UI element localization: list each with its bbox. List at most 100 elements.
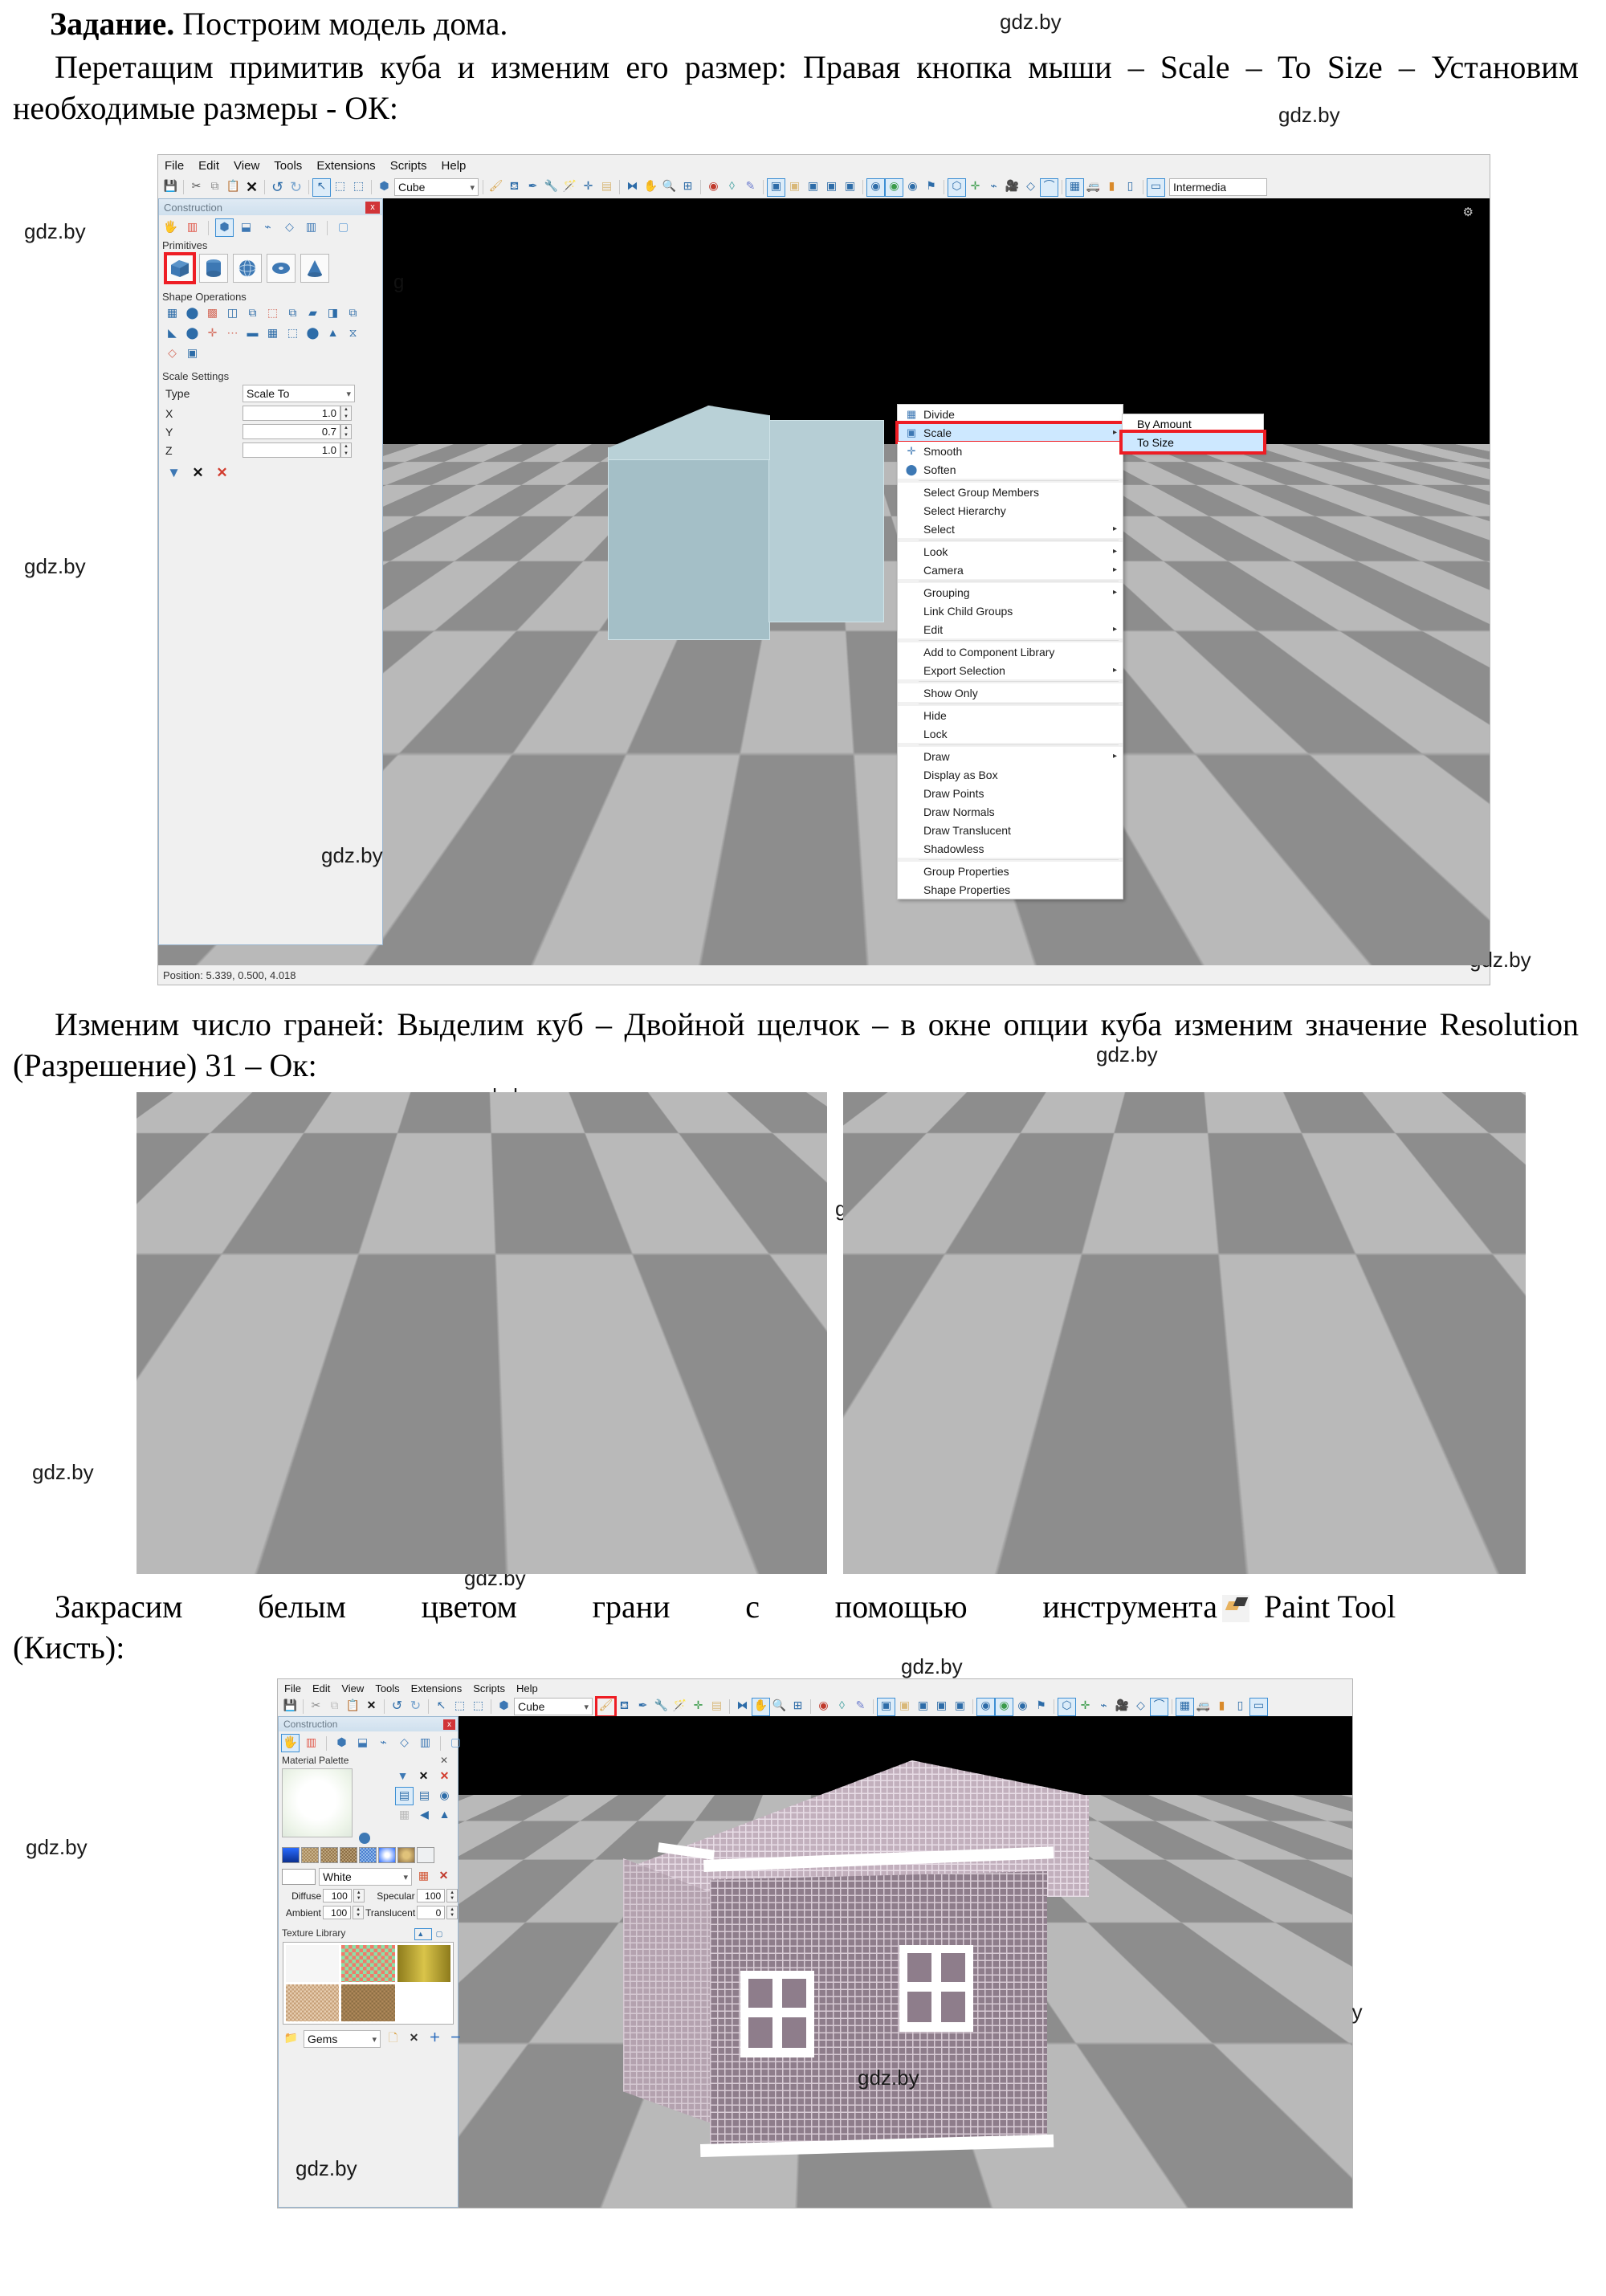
- redo-icon[interactable]: ↻: [407, 1699, 424, 1715]
- context-menu-item[interactable]: ▦ Divide: [898, 405, 1123, 423]
- context-menu-item[interactable]: Export Selection ▸: [898, 661, 1123, 679]
- translucent-stepper[interactable]: ▲ ▼: [446, 1906, 458, 1919]
- scale-y-input[interactable]: 0.7: [243, 424, 340, 439]
- menu-file[interactable]: File: [284, 1682, 301, 1694]
- cube-options-default-button[interactable]: Default: [649, 1310, 728, 1336]
- context-menu-item[interactable]: Draw Translucent: [898, 821, 1123, 839]
- magic-wand-icon[interactable]: 🪄: [561, 179, 578, 196]
- shapes-tab[interactable]: ⬢: [333, 1735, 350, 1752]
- cancel-red-icon[interactable]: ✕: [436, 1768, 453, 1785]
- shape-combo[interactable]: Cube ▾: [514, 1698, 593, 1715]
- resolution-input[interactable]: 31: [613, 1273, 650, 1292]
- shape-size-ok-button[interactable]: OK: [1324, 685, 1383, 703]
- diamond-op-icon[interactable]: ◇: [164, 345, 181, 362]
- select-lasso-icon[interactable]: ⬚: [350, 179, 367, 196]
- select-box-icon[interactable]: ⬚: [451, 1699, 468, 1715]
- swatch-blue[interactable]: [282, 1847, 300, 1863]
- eye-icon[interactable]: ◉: [815, 1699, 832, 1715]
- scale-z-input[interactable]: 1.0: [243, 442, 340, 458]
- ambient-stepper[interactable]: ▲ ▼: [353, 1906, 364, 1919]
- torus-primitive[interactable]: [267, 254, 296, 283]
- cancel-red-icon[interactable]: ✕: [214, 464, 230, 481]
- snap-axis-icon[interactable]: ✛: [1077, 1699, 1094, 1715]
- shapes-tab[interactable]: ⬢: [215, 218, 234, 237]
- extrude-tab[interactable]: ⬓: [354, 1735, 371, 1752]
- resolution-stepper[interactable]: ▲ ▼: [661, 1270, 681, 1295]
- material-preview[interactable]: [282, 1768, 353, 1837]
- fit-view-icon[interactable]: ⊞: [789, 1699, 806, 1715]
- globe-icon[interactable]: ◉: [904, 179, 921, 196]
- sc2-right-viewport[interactable]: [843, 1092, 1526, 1574]
- save-icon[interactable]: 💾: [162, 179, 179, 196]
- cube-options-ok-button[interactable]: OK: [482, 1310, 556, 1336]
- color-wheel-icon[interactable]: ◉: [885, 177, 903, 197]
- copy-icon[interactable]: ⧉: [326, 1699, 343, 1715]
- diffuse-input[interactable]: 100: [323, 1889, 352, 1902]
- render-wire-icon[interactable]: ▣: [877, 1697, 895, 1716]
- render-texture-icon[interactable]: ▣: [933, 1699, 950, 1715]
- swatch-page[interactable]: [417, 1847, 434, 1863]
- vehicle-icon[interactable]: 🚐: [1195, 1699, 1212, 1715]
- axis-icon[interactable]: ✛: [580, 179, 597, 196]
- context-menu-item[interactable]: Display as Box: [898, 765, 1123, 784]
- texture-camo[interactable]: [341, 1945, 395, 1982]
- scale-x-input[interactable]: 1.0: [243, 406, 340, 421]
- menu-edit[interactable]: Edit: [198, 159, 219, 173]
- grid-material-icon[interactable]: ▦: [396, 1807, 413, 1824]
- bone-icon[interactable]: ⌁: [1095, 1699, 1112, 1715]
- context-menu-item[interactable]: Shadowless: [898, 839, 1123, 858]
- taper-op-icon[interactable]: ⧖: [344, 325, 361, 342]
- line-op-icon[interactable]: ▬: [244, 325, 261, 342]
- undo-icon[interactable]: ↺: [389, 1699, 406, 1715]
- leaf-icon[interactable]: ◊: [834, 1699, 850, 1715]
- layered-material-icon[interactable]: ▤: [395, 1787, 414, 1805]
- panel-close-button[interactable]: x: [365, 201, 380, 214]
- viewport-gear-icon[interactable]: ⚙: [1463, 205, 1474, 220]
- bones-tab[interactable]: ⌁: [375, 1735, 392, 1752]
- render-box-icon[interactable]: ▣: [842, 179, 858, 196]
- swatch-glow[interactable]: [378, 1847, 396, 1863]
- layers-tab[interactable]: ▥: [303, 219, 320, 236]
- layers-tab[interactable]: ▥: [417, 1735, 434, 1752]
- selectbox-op-icon[interactable]: ⬚: [264, 305, 281, 322]
- translucent-input[interactable]: 0: [416, 1906, 446, 1919]
- scale-type-combo[interactable]: Scale To ▾: [243, 385, 355, 402]
- zoom-icon[interactable]: 🔍: [771, 1699, 788, 1715]
- frame-icon[interactable]: ▭: [1147, 177, 1165, 197]
- cube-object-subdivided[interactable]: [935, 1120, 1385, 1522]
- menu-tools[interactable]: Tools: [274, 159, 302, 173]
- frame-icon[interactable]: ▭: [1249, 1697, 1268, 1716]
- pen-icon[interactable]: ✎: [852, 1699, 869, 1715]
- flip-left-icon[interactable]: ◀: [416, 1807, 433, 1824]
- axis-icon[interactable]: ✛: [690, 1699, 707, 1715]
- fill-tool-icon[interactable]: ⛾: [506, 179, 523, 196]
- paint-tool-icon[interactable]: 🖌: [487, 179, 504, 196]
- texture-white[interactable]: [286, 1945, 340, 1982]
- menu-help[interactable]: Help: [516, 1682, 538, 1694]
- grid-icon[interactable]: ▦: [1066, 177, 1084, 197]
- leaf-icon[interactable]: ◊: [724, 179, 740, 196]
- context-menu-item[interactable]: Lock: [898, 724, 1123, 743]
- divide-op-icon[interactable]: ▦: [164, 305, 181, 322]
- render-smooth-icon[interactable]: ▣: [915, 1699, 931, 1715]
- pan-hand-icon[interactable]: ✋: [642, 179, 659, 196]
- swatch-sand-1[interactable]: [301, 1847, 319, 1863]
- shield-icon[interactable]: ⬡: [1058, 1697, 1076, 1716]
- magic-wand-icon[interactable]: 🪄: [671, 1699, 688, 1715]
- context-menu-item[interactable]: ✛ Smooth: [898, 442, 1123, 460]
- texture-gold[interactable]: [397, 1945, 450, 1982]
- connect-op-icon[interactable]: ⋯: [224, 325, 241, 342]
- material-tab[interactable]: 🖐: [281, 1734, 300, 1752]
- menu-help[interactable]: Help: [442, 159, 467, 173]
- image-icon[interactable]: ▤: [598, 179, 615, 196]
- smooth-op-icon[interactable]: ⬤: [184, 305, 201, 322]
- context-menu-item[interactable]: ▣ Scale ▸: [898, 423, 1123, 442]
- paint-tool-icon[interactable]: 🖌: [595, 1695, 617, 1718]
- camera-icon[interactable]: 🎥: [1114, 1699, 1131, 1715]
- light-bulb-icon[interactable]: ◇: [1022, 179, 1039, 196]
- cube-options-cancel-button[interactable]: Cancel: [565, 1310, 640, 1336]
- undo-icon[interactable]: ↺: [269, 179, 286, 196]
- cube-primitive-options-dialog[interactable]: Cube Primitive Options ✕ Resolution 31 ▲…: [442, 1233, 768, 1375]
- panel-close-button[interactable]: x: [443, 1719, 455, 1730]
- material-palette-close-icon[interactable]: ✕: [439, 1755, 453, 1766]
